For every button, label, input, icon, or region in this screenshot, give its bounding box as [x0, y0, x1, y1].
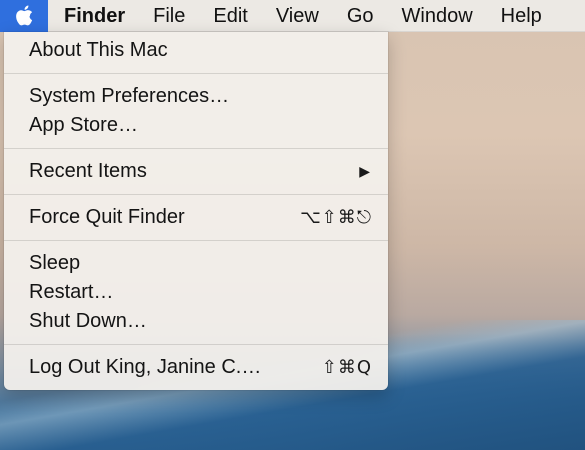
apple-menu-button[interactable] [0, 0, 48, 32]
menu-item-recent-items[interactable]: Recent Items ▶ [4, 157, 388, 186]
menu-item-sleep[interactable]: Sleep [4, 249, 388, 278]
keyboard-shortcut: ⇧⌘Q [321, 357, 372, 378]
menu-item-label: Shut Down… [29, 310, 147, 332]
menu-item-about-this-mac[interactable]: About This Mac [4, 36, 388, 65]
menu-item-label: System Preferences… [29, 85, 230, 107]
menu-item-log-out[interactable]: Log Out King, Janine C.… ⇧⌘Q [4, 353, 388, 382]
apple-logo-icon [16, 5, 33, 26]
menu-app-finder[interactable]: Finder [48, 0, 139, 32]
menu-go[interactable]: Go [333, 0, 388, 32]
menu-item-label: Sleep [29, 252, 81, 274]
menu-item-system-preferences[interactable]: System Preferences… [4, 82, 388, 111]
menu-item-force-quit[interactable]: Force Quit Finder ⌥⇧⌘⎋ [4, 203, 388, 232]
menu-item-label: Restart… [29, 281, 114, 303]
menu-separator [4, 240, 388, 241]
menu-file[interactable]: File [139, 0, 199, 32]
menu-bar: Finder File Edit View Go Window Help [0, 0, 585, 32]
menu-item-label: App Store… [29, 114, 138, 136]
menu-item-restart[interactable]: Restart… [4, 278, 388, 307]
submenu-arrow-icon: ▶ [359, 163, 370, 179]
menu-window[interactable]: Window [388, 0, 487, 32]
menu-item-app-store[interactable]: App Store… [4, 111, 388, 140]
menu-edit[interactable]: Edit [199, 0, 261, 32]
keyboard-shortcut: ⌥⇧⌘⎋ [299, 207, 372, 228]
menu-separator [4, 73, 388, 74]
menu-view[interactable]: View [262, 0, 333, 32]
menu-help[interactable]: Help [487, 0, 556, 32]
apple-menu-dropdown: About This Mac System Preferences… App S… [4, 32, 388, 390]
menu-item-label: Log Out King, Janine C.… [29, 356, 262, 378]
menu-item-label: About This Mac [29, 39, 168, 61]
menu-separator [4, 148, 388, 149]
menu-item-label: Force Quit Finder [29, 206, 185, 228]
menu-item-shut-down[interactable]: Shut Down… [4, 307, 388, 336]
menu-separator [4, 194, 388, 195]
menu-item-label: Recent Items [29, 160, 147, 182]
menu-separator [4, 344, 388, 345]
